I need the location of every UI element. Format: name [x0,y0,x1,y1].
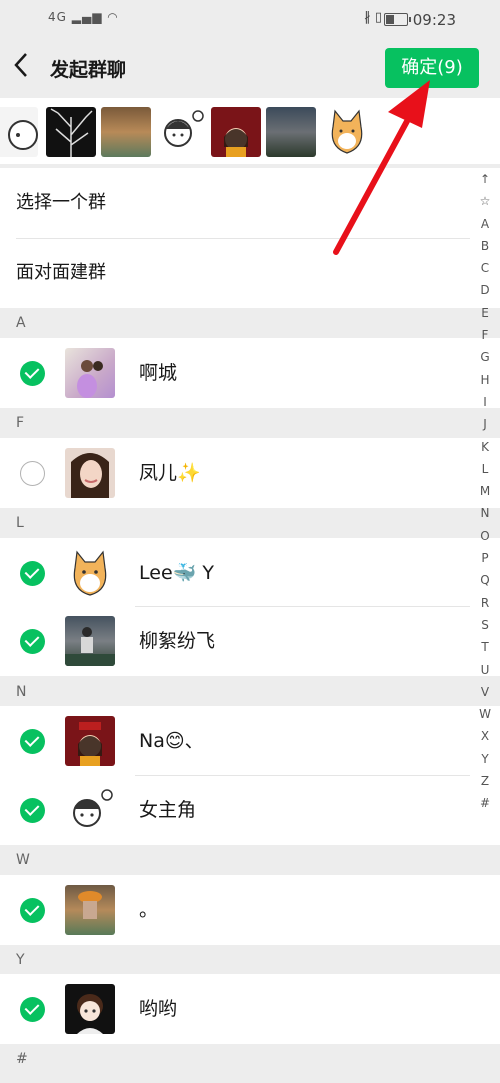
contact-row[interactable]: 。 [0,875,500,945]
index-letter[interactable]: F [478,324,492,346]
avatar [65,348,115,398]
checked-icon[interactable] [20,729,45,754]
index-letter[interactable]: V [478,681,492,703]
select-group-item[interactable]: 选择一个群 [0,168,500,238]
index-letter[interactable]: C [478,257,492,279]
index-letter[interactable]: I [478,391,492,413]
selected-avatar[interactable] [156,107,206,157]
unchecked-icon[interactable] [20,461,45,486]
group-header-a: A [0,308,500,338]
index-letter[interactable]: Q [478,569,492,591]
index-letter[interactable]: O [478,525,492,547]
contact-name: 女主角 [139,799,197,821]
contact-row[interactable]: 啊城 [0,338,500,408]
confirm-button[interactable]: 确定(9) [385,48,479,88]
checked-icon[interactable] [20,629,45,654]
index-letter[interactable]: A [478,213,492,235]
selected-avatar[interactable] [211,107,261,157]
contact-row[interactable]: 哟哟 [0,974,500,1044]
contact-name: 啊城 [139,362,178,384]
clock: 09:23 [412,11,456,29]
contact-row[interactable]: Na😊、 [0,706,500,776]
top-menu: 选择一个群 面对面建群 [0,168,500,308]
group-header-l: L [0,508,500,538]
avatar [65,984,115,1034]
index-letter[interactable]: S [478,614,492,636]
index-letter[interactable]: K [478,436,492,458]
contact-row[interactable]: 女主角 [0,775,500,845]
contact-name: 哟哟 [139,998,178,1020]
index-letter[interactable]: Z [478,770,492,792]
avatar [65,448,115,498]
selected-avatar[interactable] [266,107,316,157]
index-letter[interactable]: X [478,725,492,747]
group-header-f: F [0,408,500,438]
index-letter[interactable]: L [478,458,492,480]
checked-icon[interactable] [20,997,45,1022]
contact-name: Na😊、 [139,730,204,752]
index-letter[interactable]: ☆ [478,190,492,212]
selected-avatar[interactable] [321,107,371,157]
avatar [65,716,115,766]
checked-icon[interactable] [20,798,45,823]
index-letter[interactable]: N [478,502,492,524]
nav-bar: 发起群聊 确定(9) [0,38,500,98]
contact-row[interactable]: 柳絮纷飞 [0,606,500,676]
network-type: 4G [48,10,67,24]
contact-row[interactable]: Lee🐳 Y [0,538,500,608]
signal-indicator: 4G ▂▄▆ ◠ [48,10,119,24]
alphabet-index-bar[interactable]: ↑ ☆ A B C D E F G H I J K L M N O P Q R S T U V W X Y Z # [478,168,492,815]
selected-avatar[interactable] [46,107,96,157]
face-to-face-group-item[interactable]: 面对面建群 [0,238,500,308]
contact-name: Lee🐳 Y [139,562,214,584]
index-letter[interactable]: W [478,703,492,725]
index-letter[interactable]: H [478,369,492,391]
contact-name: 凤儿✨ [139,462,201,484]
index-letter[interactable]: R [478,592,492,614]
avatar [65,885,115,935]
index-letter[interactable]: J [478,413,492,435]
selected-avatar[interactable] [101,107,151,157]
page-title: 发起群聊 [50,59,127,81]
avatar [65,548,115,598]
group-header-w: W [0,845,500,875]
index-letter[interactable]: D [478,279,492,301]
back-chevron-icon[interactable] [14,52,28,85]
group-header-y: Y [0,945,500,975]
checked-icon[interactable] [20,898,45,923]
index-letter[interactable]: B [478,235,492,257]
selected-members-strip[interactable] [0,98,500,164]
checked-icon[interactable] [20,361,45,386]
selected-avatar[interactable] [0,107,38,157]
contact-name: 。 [139,899,159,921]
contact-row[interactable]: 凤儿✨ [0,438,500,508]
group-header-n: N [0,677,500,707]
index-letter[interactable]: T [478,636,492,658]
avatar [65,616,115,666]
group-header-hash: # [0,1044,500,1074]
index-letter[interactable]: U [478,659,492,681]
avatar [65,785,115,835]
status-bar: 4G ▂▄▆ ◠ ∦ ▯ 09:23 [0,0,500,38]
index-letter[interactable]: Y [478,748,492,770]
index-letter[interactable]: G [478,346,492,368]
contact-name: 柳絮纷飞 [139,630,216,652]
index-letter[interactable]: M [478,480,492,502]
index-letter[interactable]: ↑ [478,168,492,190]
index-letter[interactable]: P [478,547,492,569]
battery-icon [384,13,411,26]
status-icons: ∦ ▯ [364,10,382,25]
checked-icon[interactable] [20,561,45,586]
index-letter[interactable]: E [478,302,492,324]
index-letter[interactable]: # [478,792,492,814]
